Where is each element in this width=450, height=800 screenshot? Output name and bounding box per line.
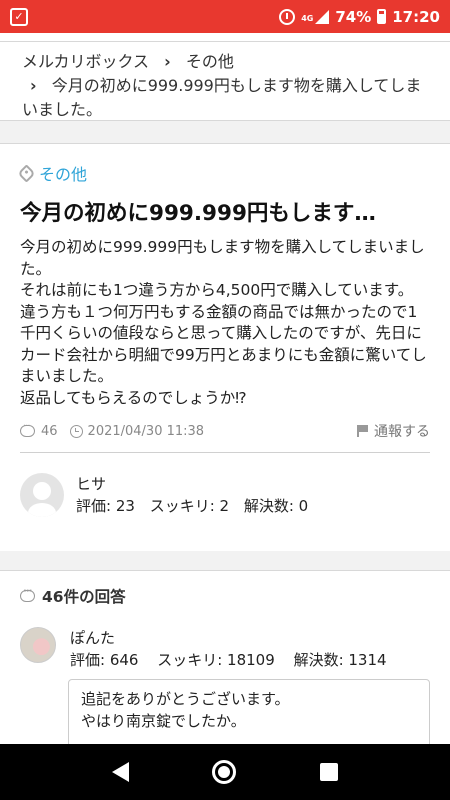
tag-icon: [17, 163, 36, 183]
answerer-rating: 評価: 646: [70, 651, 139, 669]
comment-icon: [20, 421, 35, 437]
category-label: その他: [39, 165, 88, 184]
breadcrumb-item-current: 今月の初めに999.999円もします物を購入してしまいました。: [22, 76, 422, 119]
status-bar: ✓ 4G 74% 17:20: [0, 0, 450, 33]
answers-section: 46件の回答 ぽんた 評価: 646 スッキリ: 18109 解決数: 1314…: [0, 570, 450, 745]
breadcrumb-separator: ›: [30, 76, 37, 95]
answerer-profile[interactable]: ぽんた 評価: 646 スッキリ: 18109 解決数: 1314: [20, 627, 430, 671]
checkbox-app-icon: ✓: [10, 7, 28, 26]
report-button[interactable]: 通報する: [357, 421, 430, 441]
answer-text: 追記をありがとうございます。 やはり南京錠でしたか。: [68, 679, 430, 745]
signal-icon: [315, 9, 330, 24]
system-nav-bar: [0, 744, 450, 800]
answerer-name: ぽんた: [70, 629, 116, 647]
question-meta: 46 2021/04/30 11:38 通報する: [20, 421, 430, 441]
avatar[interactable]: [20, 627, 56, 663]
asker-sukkiri: スッキリ: 2: [149, 497, 230, 515]
breadcrumb-separator: ›: [164, 52, 171, 71]
answer-count: 46: [41, 423, 58, 439]
comment-icon: [20, 586, 35, 602]
back-icon[interactable]: [111, 762, 129, 782]
question-card: その他 今月の初めに999.999円もします… 今月の初めに999.999円もし…: [0, 143, 450, 551]
header-strip: [0, 33, 450, 41]
avatar[interactable]: [20, 473, 64, 517]
answerer-resolved: 解決数: 1314: [293, 651, 387, 669]
answers-header: 46件の回答: [20, 585, 430, 607]
question-body: 今月の初めに999.999円もします物を購入してしまいました。 それは前にも1つ…: [20, 238, 427, 407]
breadcrumb-item-category[interactable]: その他: [186, 52, 234, 71]
answerer-stats: 評価: 646 スッキリ: 18109 解決数: 1314: [70, 649, 401, 671]
asker-rating: 評価: 23: [76, 497, 135, 515]
asker-name: ヒサ: [76, 475, 107, 493]
home-icon[interactable]: [212, 760, 237, 784]
asker-stats: 評価: 23 スッキリ: 2 解決数: 0: [76, 495, 318, 517]
breadcrumb-item-mercari-box[interactable]: メルカリボックス: [22, 52, 149, 71]
asker-profile[interactable]: ヒサ 評価: 23 スッキリ: 2 解決数: 0: [20, 473, 430, 517]
breadcrumb: メルカリボックス › その他 › 今月の初めに999.999円もします物を購入し…: [0, 41, 450, 121]
flag-icon: [357, 425, 368, 437]
question-title: 今月の初めに999.999円もします…: [20, 201, 376, 226]
answers-header-label: 46件の回答: [42, 588, 126, 606]
divider: [20, 452, 430, 453]
asker-resolved: 解決数: 0: [243, 497, 309, 515]
answerer-sukkiri: スッキリ: 18109: [157, 651, 275, 669]
post-date: 2021/04/30 11:38: [87, 423, 205, 439]
battery-icon: [377, 9, 387, 24]
network-label: 4G: [301, 13, 314, 23]
clock-time: 17:20: [392, 7, 440, 26]
recent-apps-icon[interactable]: [320, 763, 339, 781]
category-link[interactable]: その他: [17, 162, 430, 184]
battery-percent: 74%: [335, 7, 372, 26]
report-label: 通報する: [374, 424, 430, 440]
clock-icon: [69, 424, 83, 438]
alarm-icon: [279, 8, 296, 25]
